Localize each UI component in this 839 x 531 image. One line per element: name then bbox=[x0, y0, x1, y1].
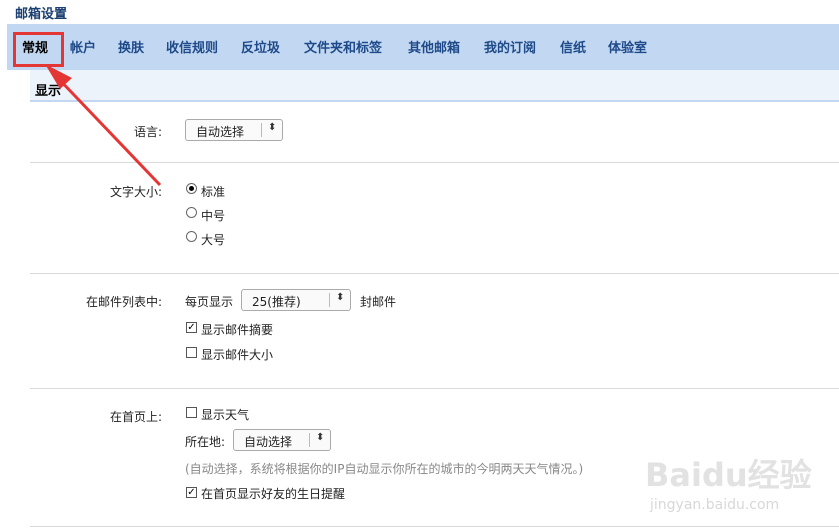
watermark-url: jingyan.baidu.com bbox=[650, 497, 780, 513]
show-size-checkbox[interactable] bbox=[186, 347, 197, 358]
tab-skins[interactable]: 换肤 bbox=[118, 24, 144, 70]
font-size-standard-label: 标准 bbox=[201, 185, 226, 199]
tab-inbox-rules[interactable]: 收信规则 bbox=[166, 24, 218, 70]
per-page-select-value: 25(推荐) bbox=[252, 295, 301, 309]
tab-accounts[interactable]: 帐户 bbox=[70, 24, 96, 70]
language-select[interactable]: 自动选择 ⬍ bbox=[185, 119, 283, 141]
language-label: 语言: bbox=[133, 125, 162, 139]
per-page-suffix: 封邮件 bbox=[360, 295, 397, 309]
select-arrows-icon: ⬍ bbox=[316, 432, 325, 443]
watermark-logo: Baidu经验 bbox=[645, 456, 812, 494]
show-size-label: 显示邮件大小 bbox=[201, 348, 274, 362]
tab-other-mailboxes[interactable]: 其他邮箱 bbox=[408, 24, 460, 70]
font-size-medium-radio[interactable] bbox=[186, 207, 197, 218]
homepage-label: 在首页上: bbox=[109, 410, 162, 424]
show-weather-checkbox[interactable] bbox=[186, 407, 197, 418]
show-summary-label: 显示邮件摘要 bbox=[201, 323, 274, 337]
tab-stationery[interactable]: 信纸 bbox=[560, 24, 586, 70]
font-size-standard-radio[interactable] bbox=[186, 183, 197, 194]
tab-bar: 常规 帐户 换肤 收信规则 反垃圾 文件夹和标签 其他邮箱 我的订阅 信纸 体验… bbox=[7, 24, 839, 70]
tab-labs[interactable]: 体验室 bbox=[608, 24, 647, 70]
birthday-reminder-checkbox[interactable]: ✓ bbox=[186, 487, 197, 498]
section-title: 显示 bbox=[35, 84, 62, 99]
divider bbox=[30, 273, 839, 274]
divider bbox=[30, 526, 839, 527]
location-select-value: 自动选择 bbox=[244, 435, 293, 449]
mail-list-label: 在邮件列表中: bbox=[85, 295, 162, 309]
location-label: 所在地: bbox=[185, 435, 226, 449]
location-select[interactable]: 自动选择 ⬍ bbox=[233, 429, 331, 451]
divider bbox=[30, 162, 839, 163]
show-weather-label: 显示天气 bbox=[201, 408, 250, 422]
tab-subscriptions[interactable]: 我的订阅 bbox=[484, 24, 536, 70]
font-size-label: 文字大小: bbox=[109, 185, 162, 199]
font-size-medium-label: 中号 bbox=[201, 209, 226, 223]
weather-hint: (自动选择，系统将根据你的IP自动显示你所在的城市的今明两天天气情况。) bbox=[185, 462, 584, 476]
show-summary-checkbox[interactable]: ✓ bbox=[186, 322, 197, 333]
tab-anti-spam[interactable]: 反垃圾 bbox=[241, 24, 280, 70]
tab-folders-labels[interactable]: 文件夹和标签 bbox=[304, 24, 382, 70]
divider bbox=[30, 388, 839, 389]
birthday-reminder-label: 在首页显示好友的生日提醒 bbox=[201, 487, 346, 501]
page-title: 邮箱设置 bbox=[15, 7, 68, 22]
section-header: 显示 bbox=[30, 70, 839, 102]
per-page-prefix: 每页显示 bbox=[185, 295, 234, 309]
font-size-large-label: 大号 bbox=[201, 233, 226, 247]
select-arrows-icon: ⬍ bbox=[336, 292, 345, 303]
select-arrows-icon: ⬍ bbox=[268, 122, 277, 133]
language-select-value: 自动选择 bbox=[196, 125, 245, 139]
font-size-large-radio[interactable] bbox=[186, 231, 197, 242]
annotation-highlight-box bbox=[13, 32, 64, 67]
per-page-select[interactable]: 25(推荐) ⬍ bbox=[241, 289, 351, 311]
